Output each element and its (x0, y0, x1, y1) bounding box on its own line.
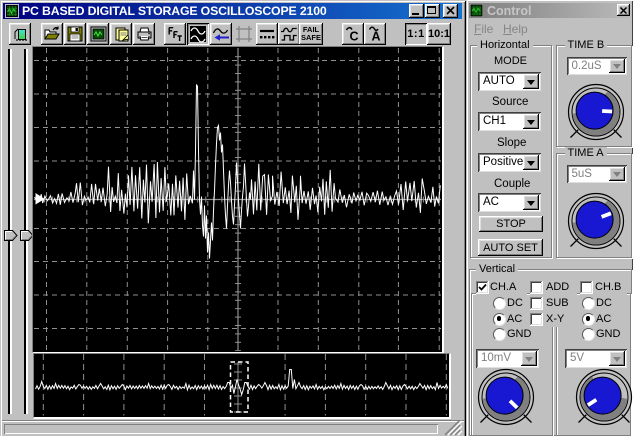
svg-text:A: A (372, 30, 381, 44)
svg-text:C: C (350, 30, 359, 44)
